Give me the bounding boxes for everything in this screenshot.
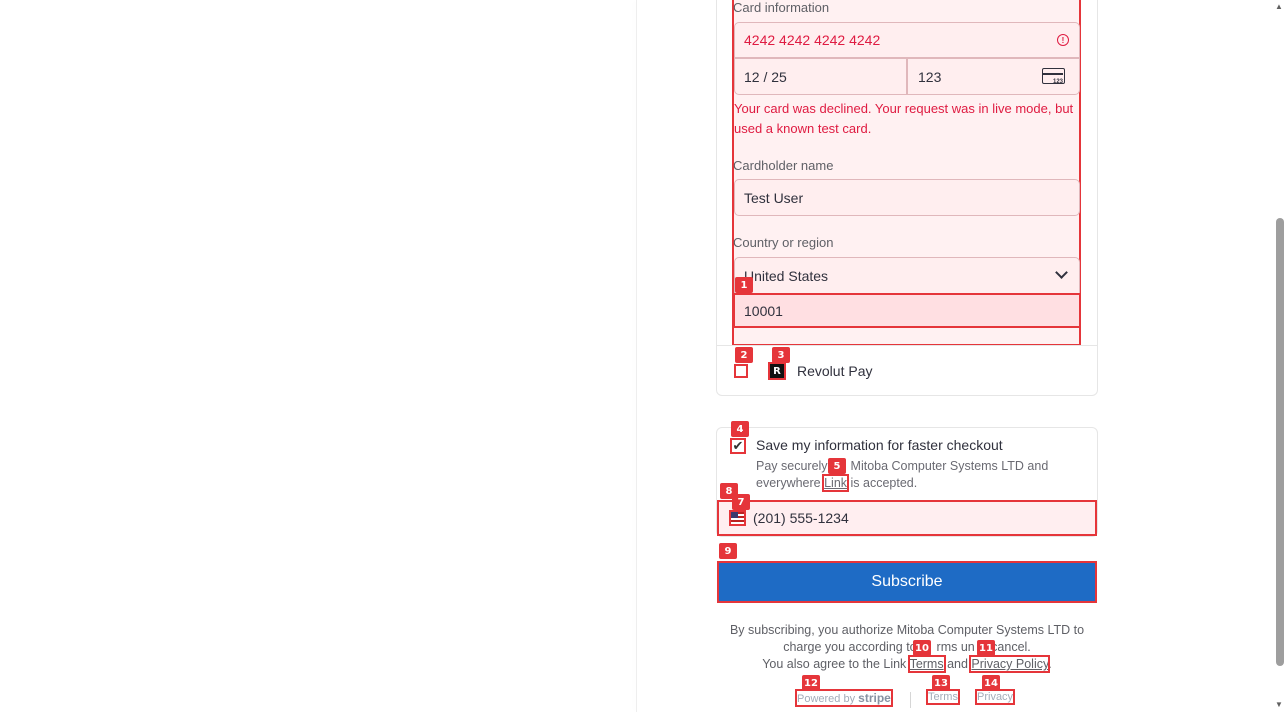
zip-field[interactable]: 10001: [734, 294, 1080, 327]
card-cvc-icon: 123: [1042, 68, 1065, 85]
footer-terms-link[interactable]: Terms: [926, 689, 960, 705]
badge-10: 10: [913, 640, 931, 656]
save-desc-part2: Mitoba Computer Systems LTD and: [850, 459, 1049, 473]
expiry-field[interactable]: 12 / 25: [734, 58, 907, 95]
badge-7: 7: [732, 494, 750, 510]
legal-line-2a: charge you according to th: [783, 640, 931, 654]
subscribe-button[interactable]: Subscribe: [717, 561, 1097, 603]
link-brand-link[interactable]: Link: [822, 474, 850, 492]
country-select[interactable]: United States: [734, 257, 1034, 294]
legal-line-3a: You also agree to the Link: [762, 657, 907, 671]
error-info-icon: !: [1057, 34, 1069, 46]
card-information-label: Card information: [733, 0, 830, 15]
revolut-logo-highlight: [768, 362, 786, 380]
checkmark-icon: ✔: [732, 438, 744, 453]
badge-13: 13: [932, 675, 950, 691]
cvc-field[interactable]: 123: [908, 58, 1028, 95]
legal-text: By subscribing, you authorize Mitoba Com…: [716, 622, 1098, 673]
revolut-pay-label: Revolut Pay: [797, 363, 873, 379]
badge-14: 14: [982, 675, 1000, 691]
badge-12: 12: [802, 675, 820, 691]
scrollbar-thumb[interactable]: [1276, 218, 1284, 666]
legal-line-2b: rms un: [936, 640, 975, 654]
scroll-down-icon[interactable]: ▼: [1275, 700, 1283, 709]
cardholder-name-field[interactable]: Test User: [734, 179, 1064, 216]
save-info-checkbox[interactable]: ✔: [730, 438, 746, 454]
cardholder-label: Cardholder name: [733, 158, 834, 173]
link-terms-link[interactable]: Terms: [907, 655, 946, 673]
save-desc-part3: everywhere: [756, 476, 821, 490]
card-error-message: Your card was declined. Your request was…: [734, 101, 1074, 136]
section-divider: [717, 345, 1097, 346]
legal-line-3: You also agree to the Link Terms and Pri…: [762, 655, 1052, 673]
checkout-page: Card information 4242 4242 4242 4242 ! 1…: [0, 0, 1288, 712]
stripe-logo: stripe: [858, 691, 891, 705]
revolut-pay-radio[interactable]: [734, 364, 748, 378]
badge-1: 1: [735, 277, 753, 293]
legal-line-1: By subscribing, you authorize Mitoba Com…: [729, 623, 1085, 637]
badge-3: 3: [772, 347, 790, 363]
save-desc-part1: Pay securely: [756, 459, 828, 473]
footer-privacy-link[interactable]: Privacy: [974, 689, 1016, 705]
left-pane: [0, 0, 636, 712]
badge-9: 9: [719, 543, 737, 559]
badge-4: 4: [731, 421, 749, 437]
legal-and: and: [947, 657, 968, 671]
save-info-description: Pay securely Mitoba Computer Systems LTD…: [756, 458, 1076, 492]
save-info-title: Save my information for faster checkout: [756, 437, 1003, 453]
card-number-field[interactable]: 4242 4242 4242 4242: [734, 22, 1034, 58]
country-label: Country or region: [733, 235, 834, 250]
powered-by-text: Powered by: [797, 693, 856, 705]
scroll-up-icon[interactable]: ▲: [1275, 2, 1283, 11]
pane-divider: [636, 0, 637, 712]
privacy-policy-link[interactable]: Privacy Policy: [969, 655, 1051, 673]
powered-by-stripe-link[interactable]: Powered by stripe: [795, 689, 893, 707]
badge-11: 11: [977, 640, 995, 656]
legal-line-2: charge you according to th rms un u cancel…: [716, 639, 1098, 656]
footer-separator: [910, 692, 911, 708]
badge-5: 5: [828, 458, 846, 474]
save-desc-part4: is accepted.: [850, 476, 918, 490]
phone-field[interactable]: (201) 555-1234: [743, 500, 1083, 536]
badge-2: 2: [735, 347, 753, 363]
